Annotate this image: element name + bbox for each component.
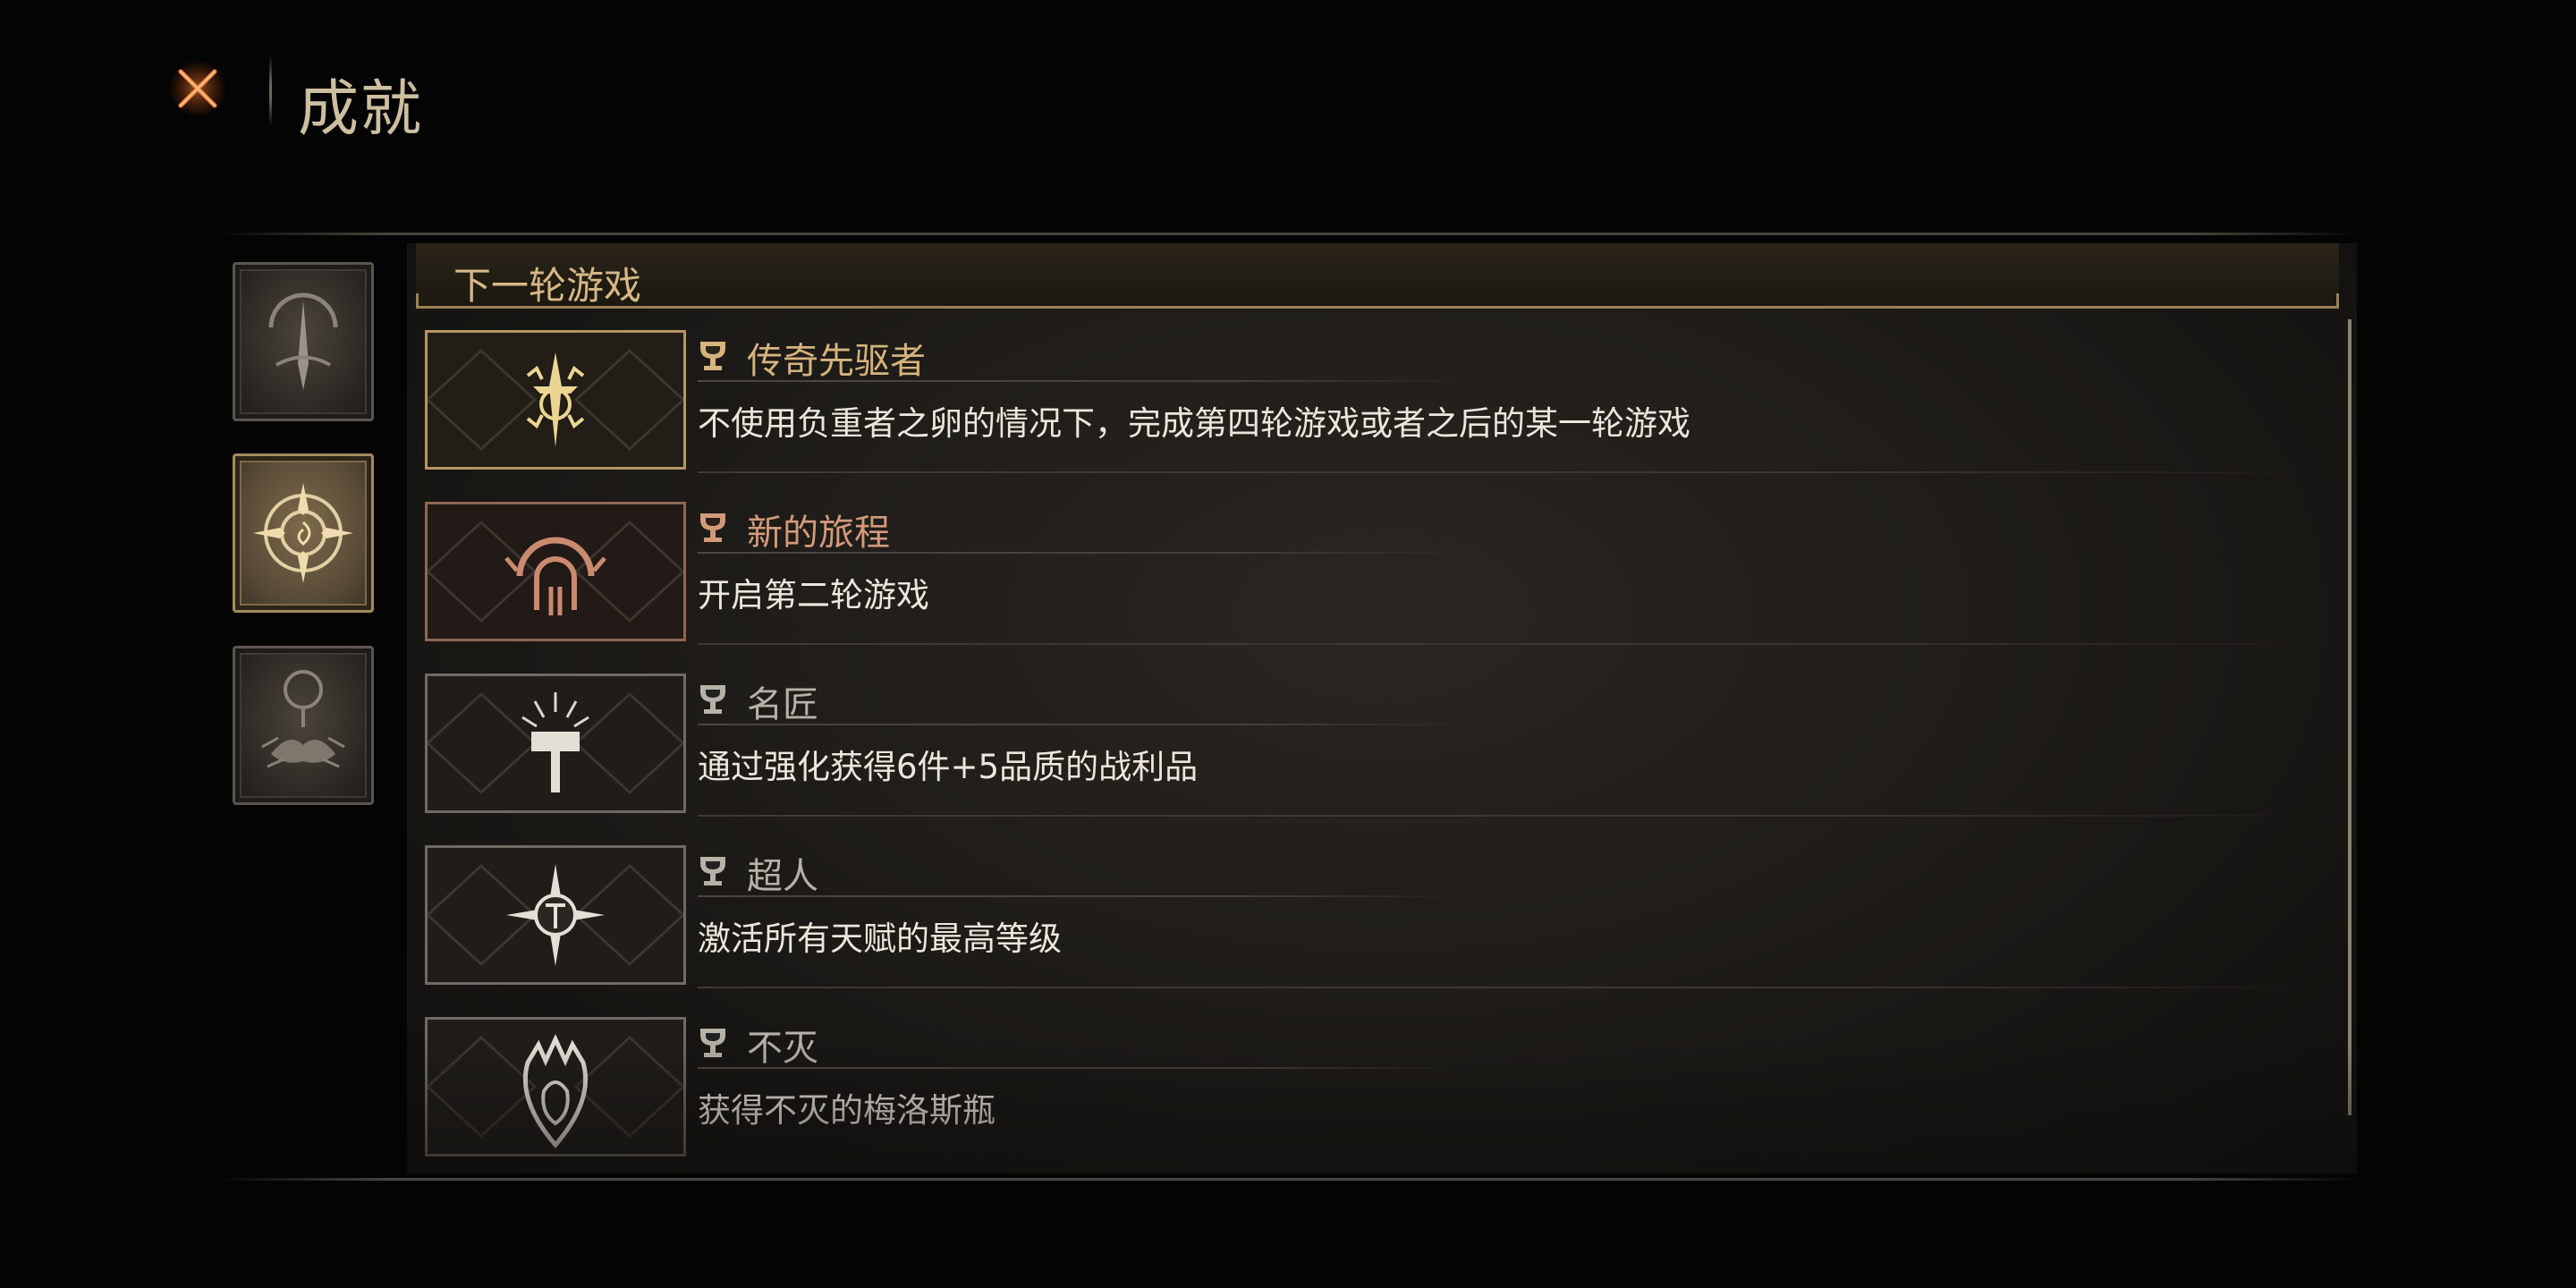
achievement-title: 不灭: [747, 1028, 818, 1069]
scrollbar-thumb[interactable]: [2348, 319, 2351, 1115]
header-divider: [269, 55, 272, 127]
achievement-row[interactable]: 名匠 通过强化获得6件+5品质的战利品: [407, 663, 2339, 835]
category-tab-1[interactable]: [233, 262, 374, 421]
achievement-title: 超人: [747, 856, 818, 897]
achievement-badge[interactable]: [425, 845, 686, 985]
trophy-icon: [698, 339, 728, 373]
scrollbar-track[interactable]: [2348, 319, 2351, 1115]
achievements-panel: 下一轮游戏 传奇先驱者 不使用负重者之卵的情况下，完成第四轮游戏或者之后的某一轮…: [215, 233, 2361, 1181]
title-underline: [698, 895, 1467, 897]
achievement-badge[interactable]: [425, 1017, 686, 1157]
page-title: 成就: [298, 74, 424, 145]
achievement-description: 通过强化获得6件+5品质的战利品: [698, 748, 1199, 786]
achievement-badge[interactable]: [425, 330, 686, 470]
achievement-title: 名匠: [747, 684, 818, 725]
page-header: 成就: [168, 55, 526, 145]
section-title: 下一轮游戏: [453, 264, 642, 308]
title-underline: [698, 724, 1467, 725]
beast-altar-icon: [261, 670, 345, 768]
achievement-row[interactable]: 传奇先驱者 不使用负重者之卵的情况下，完成第四轮游戏或者之后的某一轮游戏: [407, 319, 2339, 491]
category-tab-3[interactable]: [233, 646, 374, 805]
close-button[interactable]: [168, 59, 227, 118]
row-divider: [698, 471, 2334, 473]
trophy-icon: [698, 511, 728, 545]
panel-bottom-border: [215, 1178, 2361, 1181]
title-underline: [698, 380, 1467, 382]
achievement-description: 获得不灭的梅洛斯瓶: [698, 1091, 996, 1130]
close-icon: [169, 60, 226, 117]
row-divider: [698, 815, 2334, 817]
eye-blade-icon: [268, 292, 338, 390]
section-header: 下一轮游戏: [416, 243, 2339, 309]
hammer-burst-icon: [428, 691, 683, 795]
achievement-content: 下一轮游戏 传奇先驱者 不使用负重者之卵的情况下，完成第四轮游戏或者之后的某一轮…: [407, 243, 2357, 1174]
title-underline: [698, 552, 1467, 554]
achievement-title: 新的旅程: [747, 513, 890, 554]
achievement-description: 开启第二轮游戏: [698, 576, 929, 614]
trophy-icon: [698, 682, 728, 716]
compass-sun-icon: [253, 483, 353, 583]
flame-flask-icon: [428, 1033, 683, 1148]
category-tab-2[interactable]: [233, 453, 374, 613]
achievement-row[interactable]: 超人 激活所有天赋的最高等级: [407, 835, 2339, 1006]
panel-top-border: [215, 233, 2361, 235]
achievement-list[interactable]: 传奇先驱者 不使用负重者之卵的情况下，完成第四轮游戏或者之后的某一轮游戏 新的旅…: [407, 319, 2339, 1165]
row-divider: [698, 643, 2334, 645]
trophy-icon: [698, 854, 728, 888]
trophy-icon: [698, 1026, 728, 1060]
row-divider: [698, 987, 2334, 988]
achievement-row[interactable]: 新的旅程 开启第二轮游戏: [407, 491, 2339, 663]
sword-sigil-icon: [428, 348, 683, 452]
achievement-title: 传奇先驱者: [747, 341, 926, 382]
achievement-badge[interactable]: [425, 674, 686, 813]
achievement-row[interactable]: 不灭 获得不灭的梅洛斯瓶: [407, 1006, 2339, 1165]
star-emblem-icon: [428, 863, 683, 967]
arch-gate-icon: [428, 520, 683, 623]
title-underline: [698, 1067, 1467, 1069]
achievement-badge[interactable]: [425, 502, 686, 641]
achievement-description: 不使用负重者之卵的情况下，完成第四轮游戏或者之后的某一轮游戏: [698, 404, 1690, 443]
achievement-description: 激活所有天赋的最高等级: [698, 919, 1062, 958]
